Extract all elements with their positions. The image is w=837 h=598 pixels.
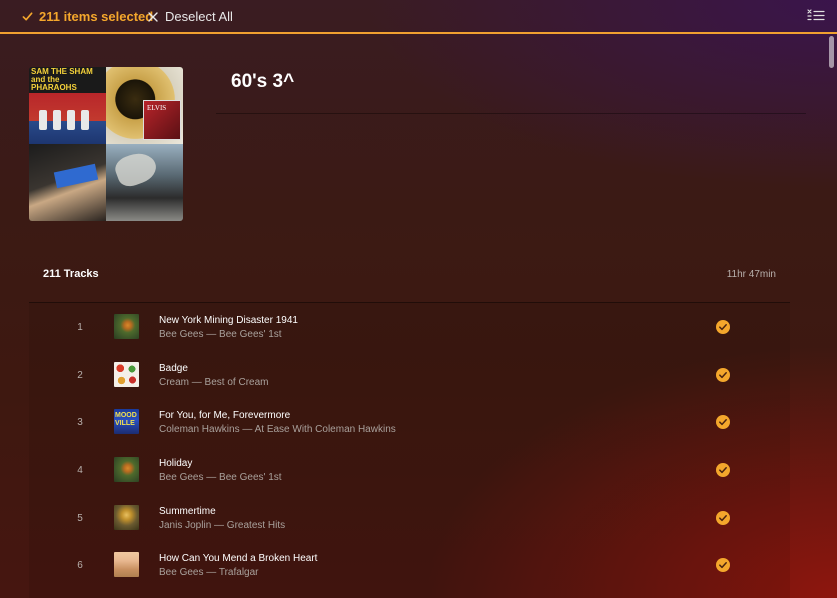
check-circle-icon[interactable]	[716, 415, 730, 429]
check-circle-icon[interactable]	[716, 463, 730, 477]
track-artist-album: Bee Gees — Bee Gees' 1st	[159, 472, 282, 483]
scrollbar[interactable]	[828, 36, 835, 598]
queue-list-icon[interactable]	[807, 8, 825, 24]
selection-count-label: 211 items selected	[39, 9, 154, 24]
selection-bar: 211 items selected Deselect All	[0, 0, 837, 34]
album-art	[114, 552, 139, 577]
track-row[interactable]: 2 Badge Cream — Best of Cream	[29, 351, 790, 398]
track-artist-album: Bee Gees — Bee Gees' 1st	[159, 329, 282, 340]
track-title: Holiday	[159, 458, 193, 469]
check-circle-icon[interactable]	[716, 320, 730, 334]
cover-figure	[53, 110, 61, 130]
selection-count: 211 items selected	[22, 9, 153, 24]
cover-tile-text: SAM THE SHAM and the PHARAOHS	[31, 67, 93, 92]
scrollbar-thumb[interactable]	[829, 36, 834, 68]
cover-elvis-text: ELVIS	[147, 104, 167, 112]
deselect-all-label: Deselect All	[165, 9, 233, 24]
track-row[interactable]: 5 Summertime Janis Joplin — Greatest Hit…	[29, 494, 790, 541]
cover-tile-record: ELVIS	[106, 67, 183, 144]
track-title: Summertime	[159, 506, 216, 517]
track-artist-album: Coleman Hawkins — At Ease With Coleman H…	[159, 424, 396, 435]
album-art	[114, 457, 139, 482]
cover-figure	[39, 110, 47, 130]
track-row[interactable]: 6 How Can You Mend a Broken Heart Bee Ge…	[29, 541, 790, 588]
cover-tile-band	[29, 144, 106, 221]
title-divider	[216, 113, 806, 114]
track-row[interactable]: 3 MOOD VILLE For You, for Me, Forevermor…	[29, 398, 790, 445]
check-icon	[22, 12, 33, 21]
track-artist-album: Bee Gees — Trafalgar	[159, 567, 259, 578]
track-artist-album: Cream — Best of Cream	[159, 377, 269, 388]
cover-tile-crowd	[106, 144, 183, 221]
album-art: MOOD VILLE	[114, 409, 139, 434]
check-circle-icon[interactable]	[716, 368, 730, 382]
cover-blue-card	[53, 163, 99, 189]
album-art-text: MOOD VILLE	[115, 412, 137, 427]
track-artist-album: Janis Joplin — Greatest Hits	[159, 520, 286, 531]
cover-tile-sam-the-sham: SAM THE SHAM and the PHARAOHS	[29, 67, 106, 144]
check-circle-icon[interactable]	[716, 558, 730, 572]
album-art	[114, 314, 139, 339]
deselect-all-button[interactable]: Deselect All	[148, 9, 233, 24]
track-count: 211 Tracks	[43, 268, 99, 280]
album-art	[114, 362, 139, 387]
track-title: Badge	[159, 363, 188, 374]
cover-elvis-sleeve: ELVIS	[143, 100, 181, 140]
playlist-cover: SAM THE SHAM and the PHARAOHS ELVIS	[29, 67, 183, 221]
album-art	[114, 505, 139, 530]
track-title: For You, for Me, Forevermore	[159, 410, 291, 421]
track-row[interactable]: 1 New York Mining Disaster 1941 Bee Gees…	[29, 303, 790, 350]
track-title: New York Mining Disaster 1941	[159, 315, 298, 326]
cover-figure	[81, 110, 89, 130]
check-circle-icon[interactable]	[716, 511, 730, 525]
playlist-title: 60's 3^	[231, 71, 295, 92]
cover-bird-shape	[112, 148, 160, 190]
track-title: How Can You Mend a Broken Heart	[159, 553, 318, 564]
cover-figure	[67, 110, 75, 130]
playlist-duration: 11hr 47min	[726, 269, 776, 280]
close-icon	[148, 11, 158, 22]
track-row[interactable]: 4 Holiday Bee Gees — Bee Gees' 1st	[29, 446, 790, 493]
